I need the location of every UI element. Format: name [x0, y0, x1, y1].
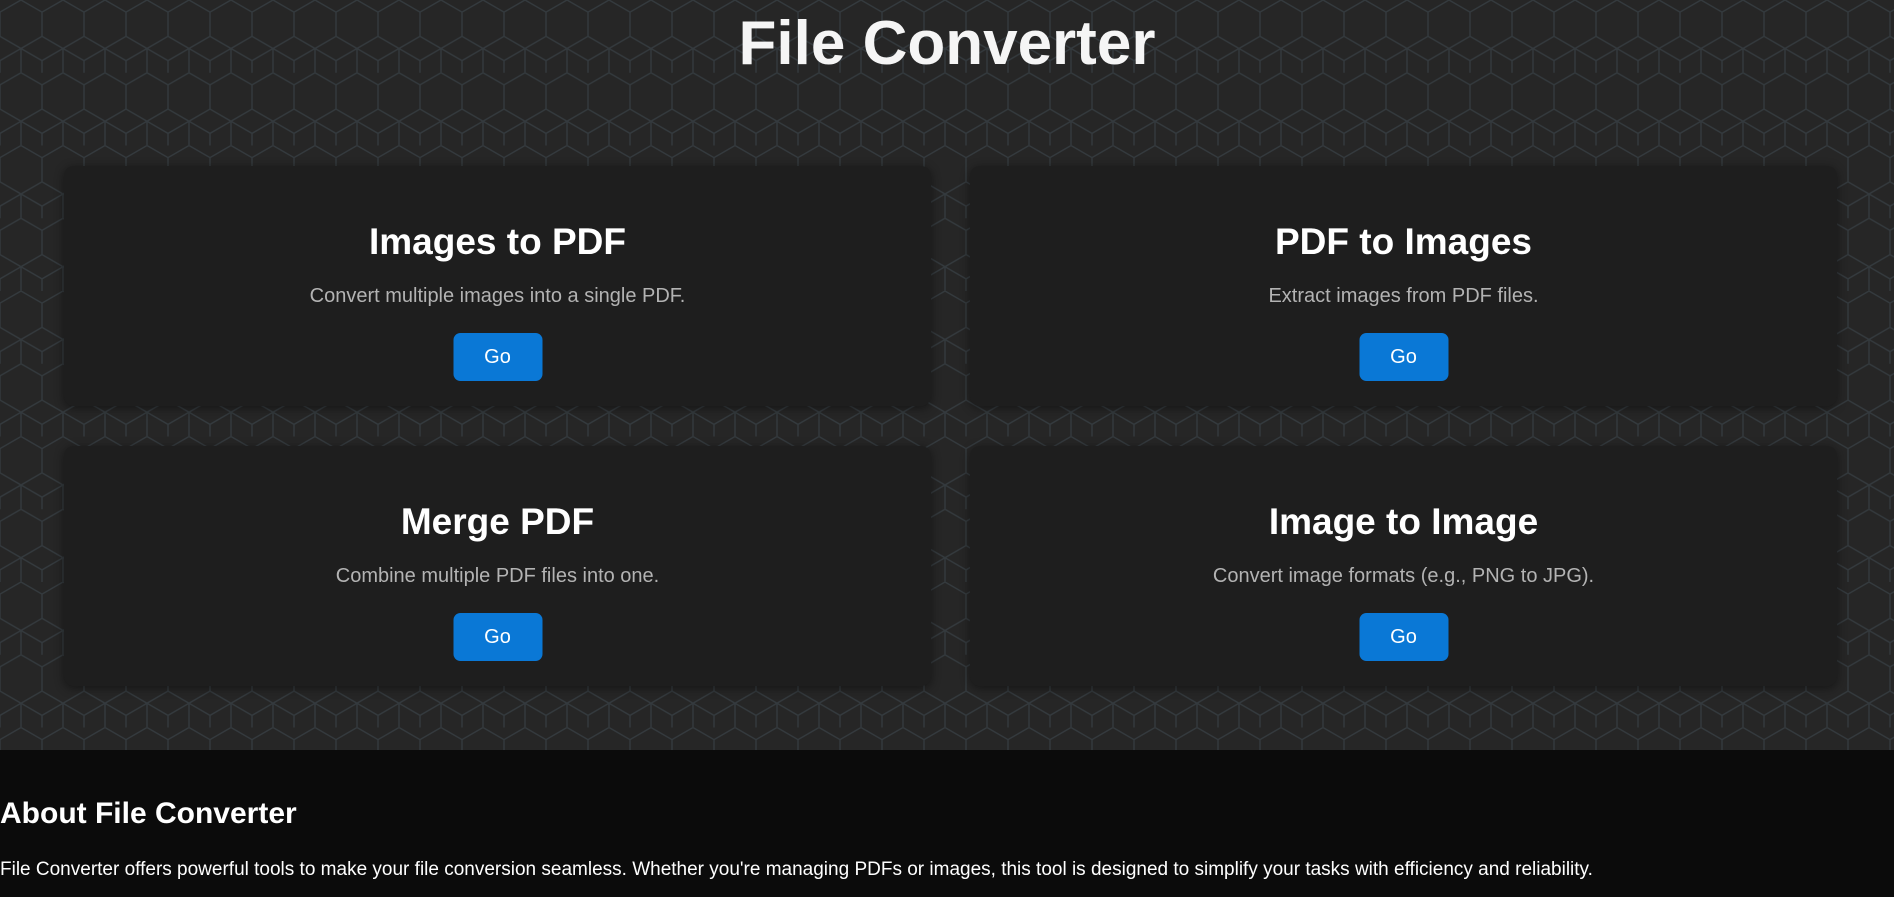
pdf-to-images-go-button[interactable]: Go [1359, 333, 1448, 381]
tool-card-image-to-image: Image to Image Convert image formats (e.… [970, 446, 1837, 686]
tool-card-description: Convert image formats (e.g., PNG to JPG)… [1212, 565, 1595, 587]
tool-card-description: Extract images from PDF files. [1268, 285, 1539, 307]
tool-card-title: Image to Image [1268, 501, 1539, 542]
tool-card-title: PDF to Images [1275, 221, 1532, 262]
tool-card-title: Images to PDF [369, 221, 626, 262]
merge-pdf-go-button[interactable]: Go [453, 613, 542, 661]
image-to-image-go-button[interactable]: Go [1359, 613, 1448, 661]
tool-card-merge-pdf: Merge PDF Combine multiple PDF files int… [64, 446, 931, 686]
tool-card-title: Merge PDF [400, 501, 595, 542]
tool-card-description: Combine multiple PDF files into one. [335, 565, 660, 587]
tool-card-pdf-to-images: PDF to Images Extract images from PDF fi… [970, 166, 1837, 406]
tool-card-images-to-pdf: Images to PDF Convert multiple images in… [64, 166, 931, 406]
page-title: File Converter [738, 9, 1156, 78]
tool-card-description: Convert multiple images into a single PD… [309, 285, 686, 307]
images-to-pdf-go-button[interactable]: Go [453, 333, 542, 381]
about-title: About File Converter [0, 797, 297, 830]
page: File Converter Images to PDF Convert mul… [0, 0, 1894, 897]
about-text: File Converter offers powerful tools to … [0, 859, 1593, 880]
